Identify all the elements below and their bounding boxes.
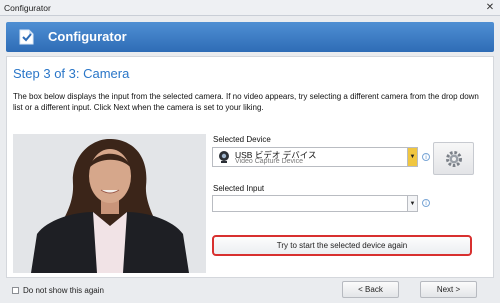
camera-preview-image [13,134,206,273]
gear-icon [446,151,462,167]
configurator-logo-icon [19,29,34,45]
input-info-icon[interactable]: i [422,199,430,207]
input-dropdown[interactable]: ▼ [212,195,418,212]
selected-input-label: Selected Input [213,184,265,193]
device-settings-button[interactable] [433,142,474,175]
window-titlebar: Configurator ✕ [0,0,500,16]
window-title: Configurator [4,3,51,13]
chevron-down-icon[interactable]: ▼ [407,196,417,211]
header-banner: Configurator [6,22,494,52]
dont-show-label: Do not show this again [23,286,104,295]
camera-preview [13,134,206,273]
device-subtitle: Video Capture Device [235,158,303,165]
device-info-icon[interactable]: i [422,153,430,161]
footer-bar: Do not show this again < Back Next > [0,278,500,303]
step-description: The box below displays the input from th… [13,92,479,112]
selected-device-label: Selected Device [213,135,271,144]
dont-show-checkbox[interactable] [12,287,19,294]
back-button[interactable]: < Back [342,281,399,298]
step-title: Step 3 of 3: Camera [13,66,130,81]
retry-device-button[interactable]: Try to start the selected device again [212,235,472,256]
webcam-icon [219,151,229,163]
banner-title: Configurator [48,29,127,44]
device-dropdown[interactable]: USB ビデオ デバイス Video Capture Device ▼ [212,147,418,167]
close-icon[interactable]: ✕ [484,2,496,13]
window-body: Configurator Step 3 of 3: Camera The box… [0,16,500,303]
next-button[interactable]: Next > [420,281,477,298]
chevron-down-icon[interactable]: ▼ [407,148,417,166]
content-panel: Step 3 of 3: Camera The box below displa… [6,56,494,278]
